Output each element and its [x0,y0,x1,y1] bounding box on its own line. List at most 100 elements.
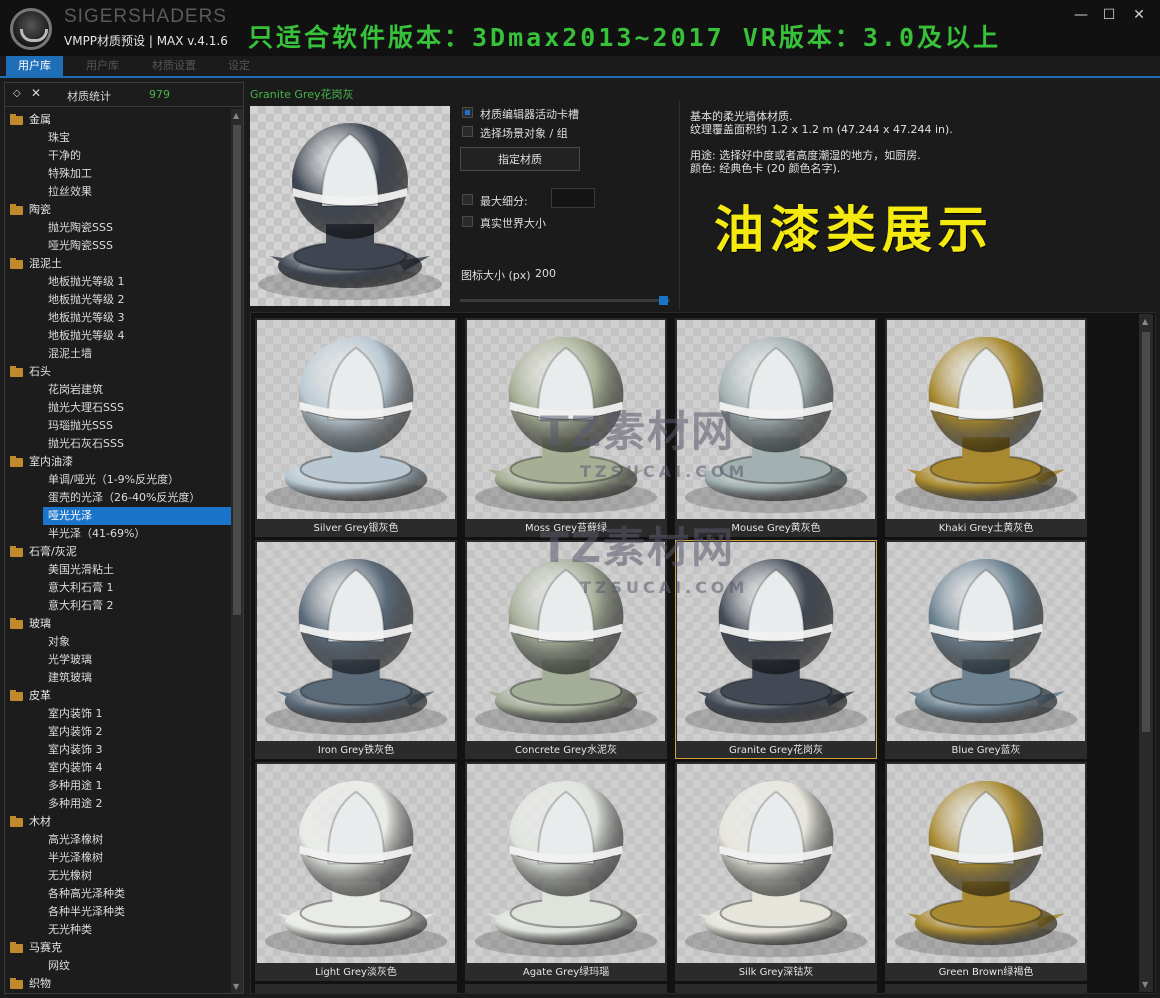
tree-item[interactable]: 干净的 [5,147,231,165]
max-subdiv-checkbox[interactable] [462,194,473,205]
tree-item[interactable]: 意大利石膏 1 [5,579,231,597]
icon-size-slider[interactable] [460,299,670,302]
tree-item[interactable]: 各种高光泽种类 [5,885,231,903]
real-world-checkbox[interactable] [462,216,473,227]
scroll-up-icon[interactable]: ▲ [233,111,239,120]
material-count-label: 材质统计 [67,90,111,103]
material-thumbnail[interactable]: Light Grey淡灰色 [255,762,457,981]
collapse-x-icon[interactable]: ✕ [31,86,41,100]
scroll-down-icon[interactable]: ▼ [233,982,239,991]
tree-category-folder[interactable]: 石膏/灰泥 [5,543,231,561]
tree-item[interactable]: 地板抛光等级 1 [5,273,231,291]
tree-item[interactable]: 无光种类 [5,921,231,939]
material-thumbnail[interactable]: Green Brown绿褐色 [885,762,1087,981]
tree-item[interactable]: 珠宝 [5,129,231,147]
close-icon[interactable]: ✕ [1128,6,1150,24]
minimize-icon[interactable]: — [1070,6,1092,24]
shader-ball [264,336,448,514]
tab-user-library[interactable]: 用户库 [6,56,63,76]
material-thumbnail-partial[interactable] [675,984,877,993]
tree-item[interactable]: 室内装饰 1 [5,705,231,723]
editor-slot-checkbox[interactable] [462,107,473,118]
scene-object-checkbox[interactable] [462,126,473,137]
paint-showcase-overlay: 油漆类展示 [714,201,994,259]
tree-category-folder[interactable]: 马赛克 [5,939,231,957]
tree-category-folder[interactable]: 皮革 [5,687,231,705]
material-thumbnail[interactable]: Silk Grey深钴灰 [675,762,877,981]
material-thumbnail[interactable]: Blue Grey蓝灰 [885,540,1087,759]
tree-item[interactable]: 半光泽（41-69%） [5,525,231,543]
material-preview [250,106,450,306]
tree-item[interactable]: 室内装饰 2 [5,723,231,741]
tree-item[interactable]: 高光泽橡树 [5,831,231,849]
material-thumbnail[interactable]: Khaki Grey土黄灰色 [885,318,1087,537]
tree-category-folder[interactable]: 金属 [5,111,231,129]
tree-item[interactable]: 花岗岩建筑 [5,381,231,399]
tree-item[interactable]: 混泥土墙 [5,345,231,363]
tab-settings[interactable]: 设定 [216,56,262,76]
tree-item[interactable]: 哑光陶瓷SSS [5,237,231,255]
material-thumbnail-partial[interactable] [465,984,667,993]
tree-item[interactable]: 网纹 [5,957,231,975]
shader-ball [264,558,448,736]
expand-diamond-icon[interactable]: ◇ [13,88,21,99]
material-swatch-image [467,542,665,741]
tree-item[interactable]: 美国光滑粘土 [5,561,231,579]
shader-ball [264,780,448,958]
material-thumbnail-partial[interactable] [885,984,1087,993]
material-thumbnail[interactable]: Agate Grey绿玛瑙 [465,762,667,981]
maximize-icon[interactable]: ☐ [1098,6,1120,24]
grid-scrollbar[interactable]: ▲ ▼ [1139,314,1153,992]
tree-category-folder[interactable]: 木材 [5,813,231,831]
tab-material-settings[interactable]: 材质设置 [140,56,208,76]
tree-item[interactable]: 抛光大理石SSS [5,399,231,417]
tree-item[interactable]: 光学玻璃 [5,651,231,669]
tree-category-folder[interactable]: 织物 [5,975,231,991]
tree-item[interactable]: 半光泽橡树 [5,849,231,867]
tree-category-folder[interactable]: 混泥土 [5,255,231,273]
tree-item[interactable]: 特殊加工 [5,165,231,183]
material-thumbnail[interactable]: Granite Grey花岗灰 [675,540,877,759]
tree-item[interactable]: 地板抛光等级 3 [5,309,231,327]
tree-item[interactable]: 室内装饰 3 [5,741,231,759]
tree-item[interactable]: 多种用途 1 [5,777,231,795]
tree-item[interactable]: 蛋壳的光泽（26-40%反光度） [5,489,231,507]
tree-item[interactable]: 室内装饰 4 [5,759,231,777]
tree-item[interactable]: 抛光陶瓷SSS [5,219,231,237]
material-name: Mouse Grey黄灰色 [731,523,821,534]
tree-item[interactable]: 意大利石膏 2 [5,597,231,615]
tree-item[interactable]: 玛瑙抛光SSS [5,417,231,435]
tree-item[interactable]: 抛光石灰石SSS [5,435,231,453]
tree-item[interactable]: 建筑玻璃 [5,669,231,687]
material-thumbnail[interactable]: Concrete Grey水泥灰 [465,540,667,759]
tree-category-folder[interactable]: 玻璃 [5,615,231,633]
tree-item[interactable]: 地板抛光等级 2 [5,291,231,309]
material-thumbnail[interactable]: Mouse Grey黄灰色 [675,318,877,537]
tree-item[interactable]: 无光橡树 [5,867,231,885]
grid-scrollbar-thumb[interactable] [1142,332,1150,732]
material-thumbnail[interactable]: Moss Grey苔藓绿 [465,318,667,537]
tree-category-folder[interactable]: 室内油漆 [5,453,231,471]
tree-category-folder[interactable]: 石头 [5,363,231,381]
grid-scroll-down-icon[interactable]: ▼ [1142,980,1148,989]
assign-material-button[interactable]: 指定材质 [460,147,580,171]
shader-ball [474,336,658,514]
tree-item[interactable]: 地板抛光等级 4 [5,327,231,345]
tree-scrollbar[interactable]: ▲ ▼ [231,109,243,993]
tree-item[interactable]: 拉丝效果 [5,183,231,201]
tree-item[interactable]: 哑光光泽 [43,507,231,525]
tree-category-folder[interactable]: 陶瓷 [5,201,231,219]
material-thumbnail[interactable]: Iron Grey铁灰色 [255,540,457,759]
material-thumbnail-partial[interactable] [255,984,457,993]
max-subdiv-input[interactable] [551,188,595,208]
material-thumbnail[interactable]: Silver Grey银灰色 [255,318,457,537]
tree-item[interactable]: 对象 [5,633,231,651]
tab-user-library-2[interactable]: 用户库 [74,56,131,76]
material-swatch-image [257,764,455,963]
grid-scroll-up-icon[interactable]: ▲ [1142,317,1148,326]
tree-item[interactable]: 各种半光泽种类 [5,903,231,921]
tree-item[interactable]: 单调/哑光（1-9%反光度） [5,471,231,489]
tree-item[interactable]: 多种用途 2 [5,795,231,813]
icon-size-slider-handle[interactable] [659,296,668,305]
tree-scrollbar-thumb[interactable] [233,125,241,615]
